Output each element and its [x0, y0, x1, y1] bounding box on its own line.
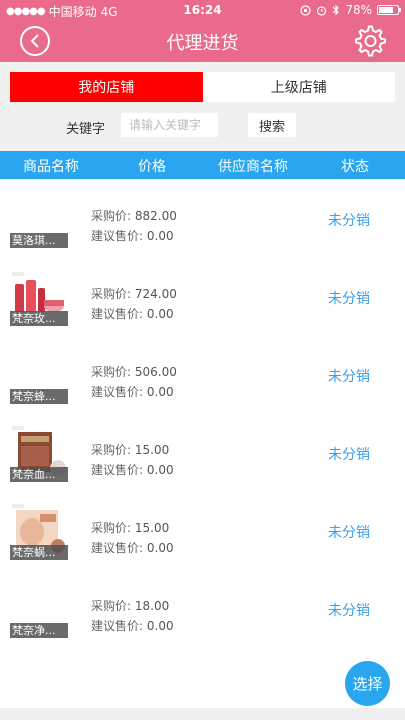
suggest-price: 建议售价: 0.00	[91, 383, 174, 400]
distribution-status[interactable]: 未分销	[328, 522, 370, 542]
purchase-price: 采购价: 15.00	[91, 519, 169, 536]
keyword-input[interactable]	[121, 113, 218, 137]
suggest-price: 建议售价: 0.00	[91, 227, 174, 244]
list-item[interactable]: 梵奈蜂... 采购价: 506.00 建议售价: 0.00 未分销	[0, 336, 405, 414]
suggest-label: 建议售价:	[91, 541, 144, 555]
page-title: 代理进货	[166, 33, 239, 54]
battery-icon	[377, 5, 401, 15]
gear-icon[interactable]	[353, 24, 387, 58]
list-item[interactable]: 梵奈净... 采购价: 18.00 建议售价: 0.00 未分销	[0, 570, 405, 648]
suggest-label: 建议售价:	[91, 619, 144, 633]
list-item[interactable]: 梵奈蜗... 采购价: 15.00 建议售价: 0.00 未分销	[0, 492, 405, 570]
distribution-status[interactable]: 未分销	[328, 288, 370, 308]
suggest-label: 建议售价:	[91, 229, 144, 243]
purchase-price: 采购价: 882.00	[91, 207, 177, 224]
distribution-status[interactable]: 未分销	[328, 444, 370, 464]
orientation-lock-icon	[300, 4, 311, 16]
purchase-price: 采购价: 724.00	[91, 285, 177, 302]
product-name: 梵奈蜂...	[10, 389, 68, 404]
purchase-label: 采购价:	[91, 443, 132, 457]
product-name: 梵奈玫...	[10, 311, 68, 326]
purchase-value: 882.00	[134, 209, 177, 223]
purchase-value: 15.00	[134, 443, 170, 457]
suggest-value: 0.00	[146, 229, 174, 243]
suggest-value: 0.00	[146, 463, 174, 477]
status-bar: ●●●●● 中国移动 4G 16:24 78%	[0, 0, 405, 20]
suggest-label: 建议售价:	[91, 463, 144, 477]
list-item[interactable]: 梵奈血... 采购价: 15.00 建议售价: 0.00 未分销	[0, 414, 405, 492]
product-name: 莫洛琪...	[10, 233, 68, 248]
product-thumbnail: 梵奈净...	[10, 580, 68, 638]
suggest-label: 建议售价:	[91, 307, 144, 321]
suggest-price: 建议售价: 0.00	[91, 539, 174, 556]
product-thumbnail: 梵奈蜗...	[10, 502, 68, 560]
suggest-price: 建议售价: 0.00	[91, 305, 174, 322]
purchase-value: 724.00	[134, 287, 177, 301]
product-name: 梵奈蜗...	[10, 545, 68, 560]
search-button[interactable]: 搜索	[248, 113, 296, 137]
product-list: 莫洛琪... 采购价: 882.00 建议售价: 0.00 未分销 梵奈玫...…	[0, 180, 405, 708]
column-header-status: 状态	[341, 159, 369, 175]
purchase-value: 15.00	[134, 521, 170, 535]
suggest-value: 0.00	[146, 307, 174, 321]
store-tabs: 我的店铺 上级店铺	[10, 72, 395, 102]
product-thumbnail: 梵奈蜂...	[10, 346, 68, 404]
product-name: 梵奈血...	[10, 467, 68, 482]
suggest-price: 建议售价: 0.00	[91, 617, 174, 634]
product-thumbnail: 莫洛琪...	[10, 190, 68, 248]
list-item[interactable]: 莫洛琪... 采购价: 882.00 建议售价: 0.00 未分销	[0, 180, 405, 258]
status-right: 78%	[300, 3, 401, 17]
product-thumbnail: 梵奈玫...	[10, 268, 68, 326]
suggest-value: 0.00	[146, 541, 174, 555]
bluetooth-icon	[332, 4, 340, 16]
list-item[interactable]: 梵奈玫... 采购价: 724.00 建议售价: 0.00 未分销	[0, 258, 405, 336]
purchase-value: 18.00	[134, 599, 170, 613]
tab-my-store[interactable]: 我的店铺	[10, 72, 203, 102]
purchase-value: 506.00	[134, 365, 177, 379]
select-button[interactable]: 选择	[345, 661, 390, 706]
purchase-label: 采购价:	[91, 599, 132, 613]
distribution-status[interactable]: 未分销	[328, 366, 370, 386]
suggest-price: 建议售价: 0.00	[91, 461, 174, 478]
purchase-label: 采购价:	[91, 287, 132, 301]
alarm-icon	[317, 5, 327, 16]
table-header: 商品名称 价格 供应商名称 状态	[0, 151, 405, 179]
distribution-status[interactable]: 未分销	[328, 600, 370, 620]
suggest-value: 0.00	[146, 385, 174, 399]
column-header-name: 商品名称	[23, 159, 79, 175]
purchase-price: 采购价: 18.00	[91, 597, 169, 614]
product-name: 梵奈净...	[10, 623, 68, 638]
search-bar: 关键字 搜索	[0, 108, 405, 142]
suggest-value: 0.00	[146, 619, 174, 633]
tab-parent-store[interactable]: 上级店铺	[202, 72, 395, 102]
purchase-label: 采购价:	[91, 521, 132, 535]
battery-percent: 78%	[345, 3, 372, 17]
distribution-status[interactable]: 未分销	[328, 210, 370, 230]
purchase-label: 采购价:	[91, 365, 132, 379]
column-header-supplier: 供应商名称	[218, 159, 288, 175]
product-thumbnail: 梵奈血...	[10, 424, 68, 482]
purchase-label: 采购价:	[91, 209, 132, 223]
keyword-label: 关键字	[66, 122, 106, 137]
suggest-label: 建议售价:	[91, 385, 144, 399]
nav-bar: 代理进货	[0, 20, 405, 62]
column-header-price: 价格	[138, 159, 166, 175]
purchase-price: 采购价: 15.00	[91, 441, 169, 458]
purchase-price: 采购价: 506.00	[91, 363, 177, 380]
